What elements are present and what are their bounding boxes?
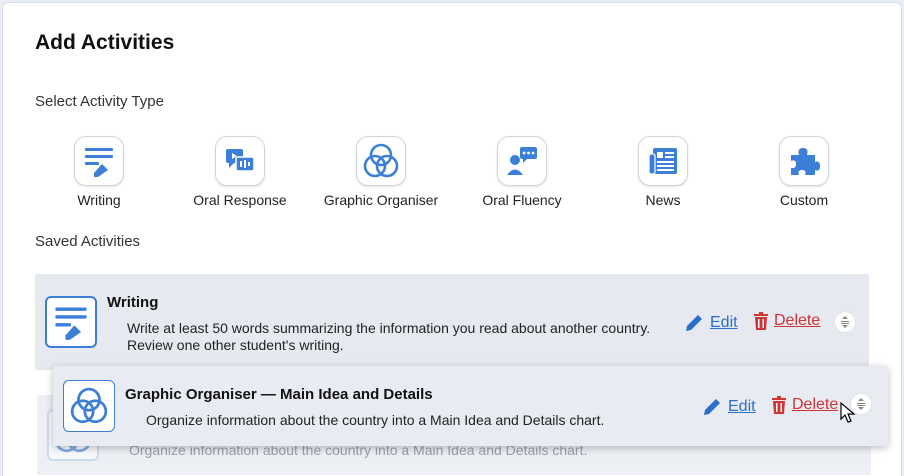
mouse-cursor-icon: [840, 402, 856, 423]
activity-type-list: Writing Oral Response Graphic Organiser …: [3, 136, 901, 216]
delete-label: Delete: [774, 312, 821, 329]
news-icon: [638, 136, 688, 186]
puzzle-icon: [779, 136, 829, 186]
saved-activity-card-dragging[interactable]: Graphic Organiser — Main Idea and Detail…: [53, 366, 888, 446]
activity-description-line1: Write at least 50 words summarizing the …: [127, 320, 651, 336]
edit-label: Edit: [710, 314, 738, 331]
activity-title: Writing: [107, 294, 159, 311]
page-title: Add Activities: [35, 31, 175, 54]
graphic-organiser-icon: [356, 136, 406, 186]
delete-button[interactable]: Delete: [771, 396, 838, 414]
activity-description-line2: Review one other student's writing.: [127, 337, 344, 353]
activity-type-label: Graphic Organiser: [323, 192, 439, 208]
activity-type-label: Oral Response: [193, 192, 287, 208]
edit-button[interactable]: Edit: [701, 396, 756, 418]
activity-type-news[interactable]: News: [593, 136, 733, 208]
saved-activities-label: Saved Activities: [35, 233, 141, 250]
delete-button[interactable]: Delete: [753, 312, 820, 330]
activity-type-label: Oral Fluency: [482, 192, 562, 208]
select-activity-type-label: Select Activity Type: [35, 93, 164, 110]
saved-activity-card[interactable]: Writing Write at least 50 words summariz…: [35, 274, 869, 370]
activity-type-graphic-organiser[interactable]: Graphic Organiser: [311, 136, 451, 208]
pencil-icon: [704, 399, 720, 415]
writing-icon: [74, 136, 124, 186]
activity-type-oral-response[interactable]: Oral Response: [170, 136, 310, 208]
trash-icon: [772, 396, 786, 414]
activity-type-label: News: [645, 192, 681, 208]
activity-type-oral-fluency[interactable]: Oral Fluency: [452, 136, 592, 208]
trash-icon: [754, 312, 768, 330]
oral-fluency-icon: [497, 136, 547, 186]
writing-icon: [45, 296, 97, 348]
activity-type-writing[interactable]: Writing: [29, 136, 169, 208]
activity-type-label: Custom: [779, 192, 829, 208]
activity-type-custom[interactable]: Custom: [734, 136, 874, 208]
drag-handle-icon[interactable]: [835, 312, 855, 332]
graphic-organiser-icon: [63, 380, 115, 432]
edit-label: Edit: [728, 398, 756, 415]
edit-button[interactable]: Edit: [683, 312, 738, 334]
activity-type-label: Writing: [77, 192, 121, 208]
pencil-icon: [686, 315, 702, 331]
delete-label: Delete: [792, 396, 839, 413]
oral-response-icon: [215, 136, 265, 186]
activity-title: Graphic Organiser — Main Idea and Detail…: [125, 386, 433, 403]
activity-description-line1: Organize information about the country i…: [146, 412, 605, 428]
